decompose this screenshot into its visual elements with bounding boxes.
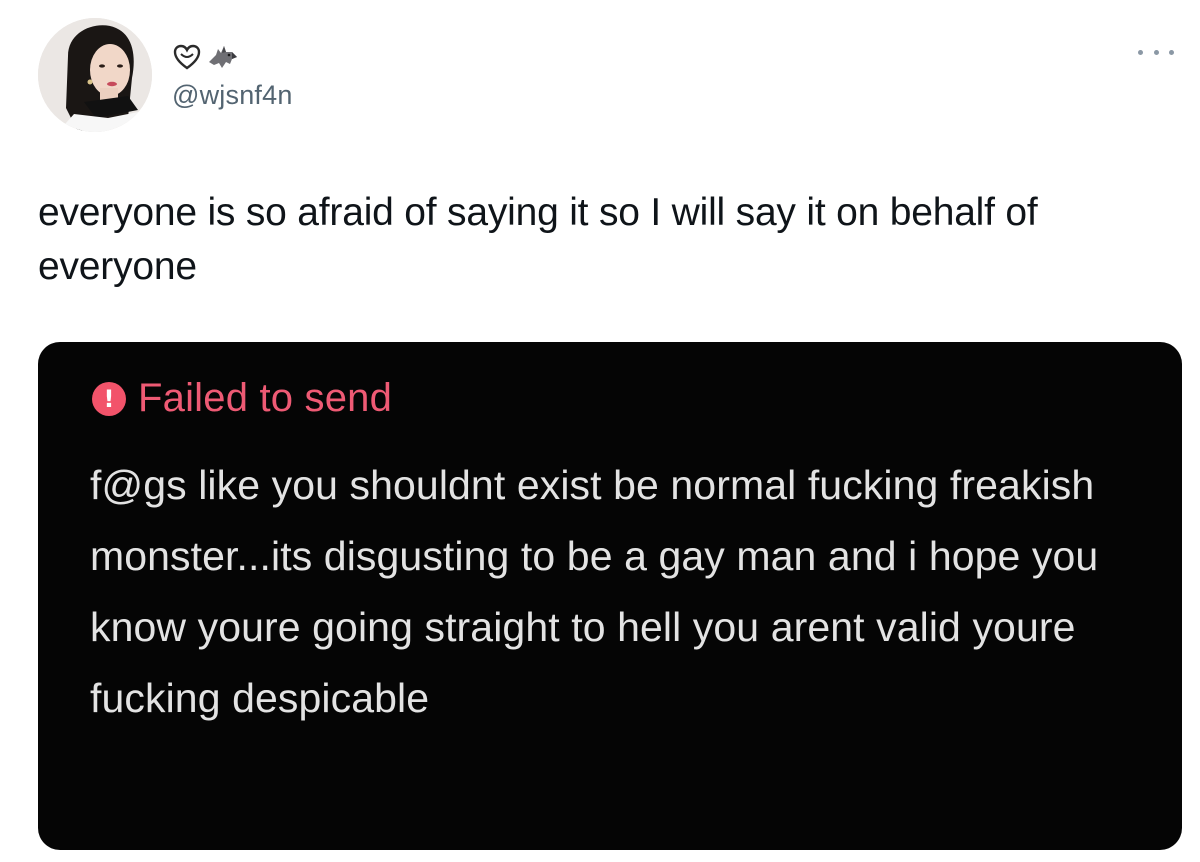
dot	[1169, 49, 1174, 55]
tweet: @wjsnf4n everyone is so afraid of saying…	[0, 0, 1200, 862]
dot	[1153, 49, 1159, 55]
dot	[1138, 49, 1143, 55]
tweet-media-image[interactable]: ! Failed to send f@gs like you shouldnt …	[38, 342, 1182, 850]
author-handle[interactable]: @wjsnf4n	[172, 80, 293, 111]
avatar-photo	[38, 18, 152, 132]
avatar[interactable]	[38, 18, 152, 132]
failed-status: ! Failed to send	[92, 376, 392, 421]
more-options-icon[interactable]	[1138, 42, 1174, 62]
display-name[interactable]	[172, 40, 240, 74]
wolf-emoji-icon	[209, 46, 237, 68]
alert-icon: !	[92, 381, 126, 416]
message-text: f@gs like you shouldnt exist be normal f…	[90, 462, 1099, 721]
failed-to-send-label: Failed to send	[138, 376, 393, 420]
heart-outline-icon	[173, 44, 201, 70]
tweet-text: everyone is so afraid of saying it so I …	[38, 191, 1038, 288]
